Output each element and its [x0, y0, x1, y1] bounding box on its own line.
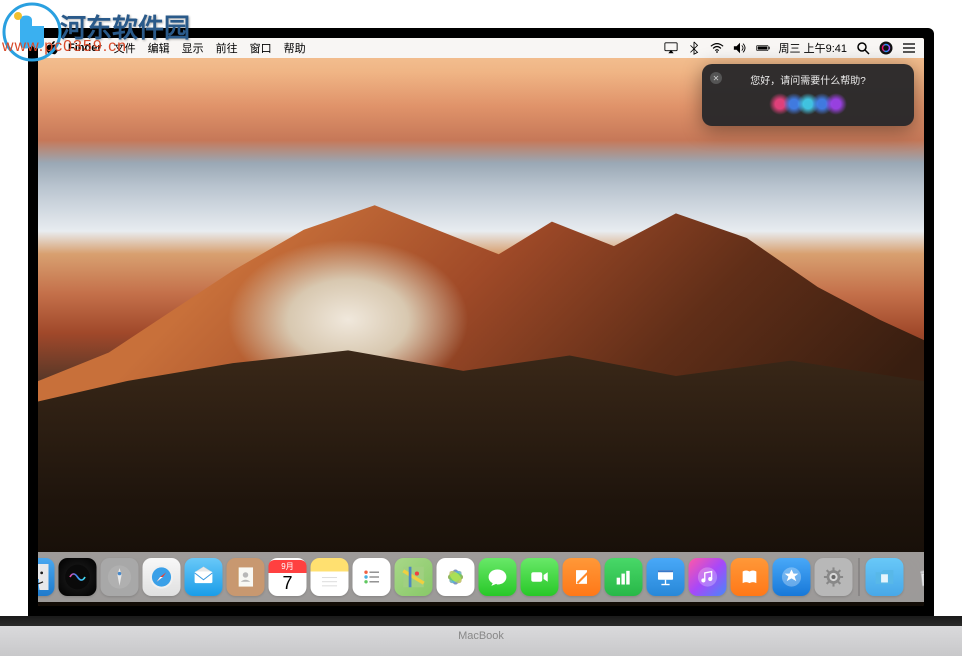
- dock-trash-icon[interactable]: [908, 558, 925, 596]
- dock-mail-icon[interactable]: [185, 558, 223, 596]
- dock-maps-icon[interactable]: [395, 558, 433, 596]
- siri-prompt-text: 您好，请问需要什么帮助?: [750, 72, 866, 87]
- spotlight-icon[interactable]: [856, 41, 870, 55]
- dock-itunes-icon[interactable]: [689, 558, 727, 596]
- dock-finder-icon[interactable]: [38, 558, 55, 596]
- macbook-bottom-bezel: MacBook: [0, 616, 962, 656]
- dock-calendar-icon[interactable]: 9月7: [269, 558, 307, 596]
- dock-documents-folder-icon[interactable]: [866, 558, 904, 596]
- dock-system-preferences-icon[interactable]: [815, 558, 853, 596]
- siri-waveform-icon: [773, 93, 843, 115]
- calendar-month-label: 9月: [269, 560, 307, 573]
- bluetooth-icon[interactable]: [687, 41, 701, 55]
- dock-launchpad-icon[interactable]: [101, 558, 139, 596]
- dock-ibooks-icon[interactable]: [731, 558, 769, 596]
- wifi-icon[interactable]: [710, 41, 724, 55]
- macbook-label: MacBook: [458, 630, 504, 642]
- airplay-icon[interactable]: [664, 41, 678, 55]
- dock: 9月7: [38, 552, 924, 602]
- dock-numbers-icon[interactable]: [605, 558, 643, 596]
- menu-go[interactable]: 前往: [216, 40, 238, 56]
- dock-pages-icon[interactable]: [563, 558, 601, 596]
- siri-menubar-icon[interactable]: [879, 41, 893, 55]
- menu-window[interactable]: 窗口: [250, 40, 272, 56]
- dock-keynote-icon[interactable]: [647, 558, 685, 596]
- dock-siri-icon[interactable]: [59, 558, 97, 596]
- notification-center-icon[interactable]: [902, 41, 916, 55]
- dock-separator: [859, 558, 860, 596]
- menu-help[interactable]: 帮助: [284, 40, 306, 56]
- dock-contacts-icon[interactable]: [227, 558, 265, 596]
- calendar-day-label: 7: [282, 573, 292, 594]
- menubar-clock[interactable]: 周三 上午9:41: [779, 40, 847, 56]
- dock-notes-icon[interactable]: [311, 558, 349, 596]
- dock-messages-icon[interactable]: [479, 558, 517, 596]
- dock-appstore-icon[interactable]: [773, 558, 811, 596]
- dock-photos-icon[interactable]: [437, 558, 475, 596]
- dock-safari-icon[interactable]: [143, 558, 181, 596]
- watermark-url: www.pc0359.cn: [2, 38, 127, 56]
- dock-facetime-icon[interactable]: [521, 558, 559, 596]
- volume-icon[interactable]: [733, 41, 747, 55]
- desktop-screen[interactable]: Finder 文件 编辑 显示 前往 窗口 帮助 周三 上午9:41: [38, 38, 924, 606]
- dock-reminders-icon[interactable]: [353, 558, 391, 596]
- macbook-frame: Finder 文件 编辑 显示 前往 窗口 帮助 周三 上午9:41: [0, 0, 962, 656]
- siri-close-button[interactable]: ✕: [710, 72, 722, 84]
- siri-panel: ✕ 您好，请问需要什么帮助?: [702, 64, 914, 126]
- battery-icon[interactable]: [756, 41, 770, 55]
